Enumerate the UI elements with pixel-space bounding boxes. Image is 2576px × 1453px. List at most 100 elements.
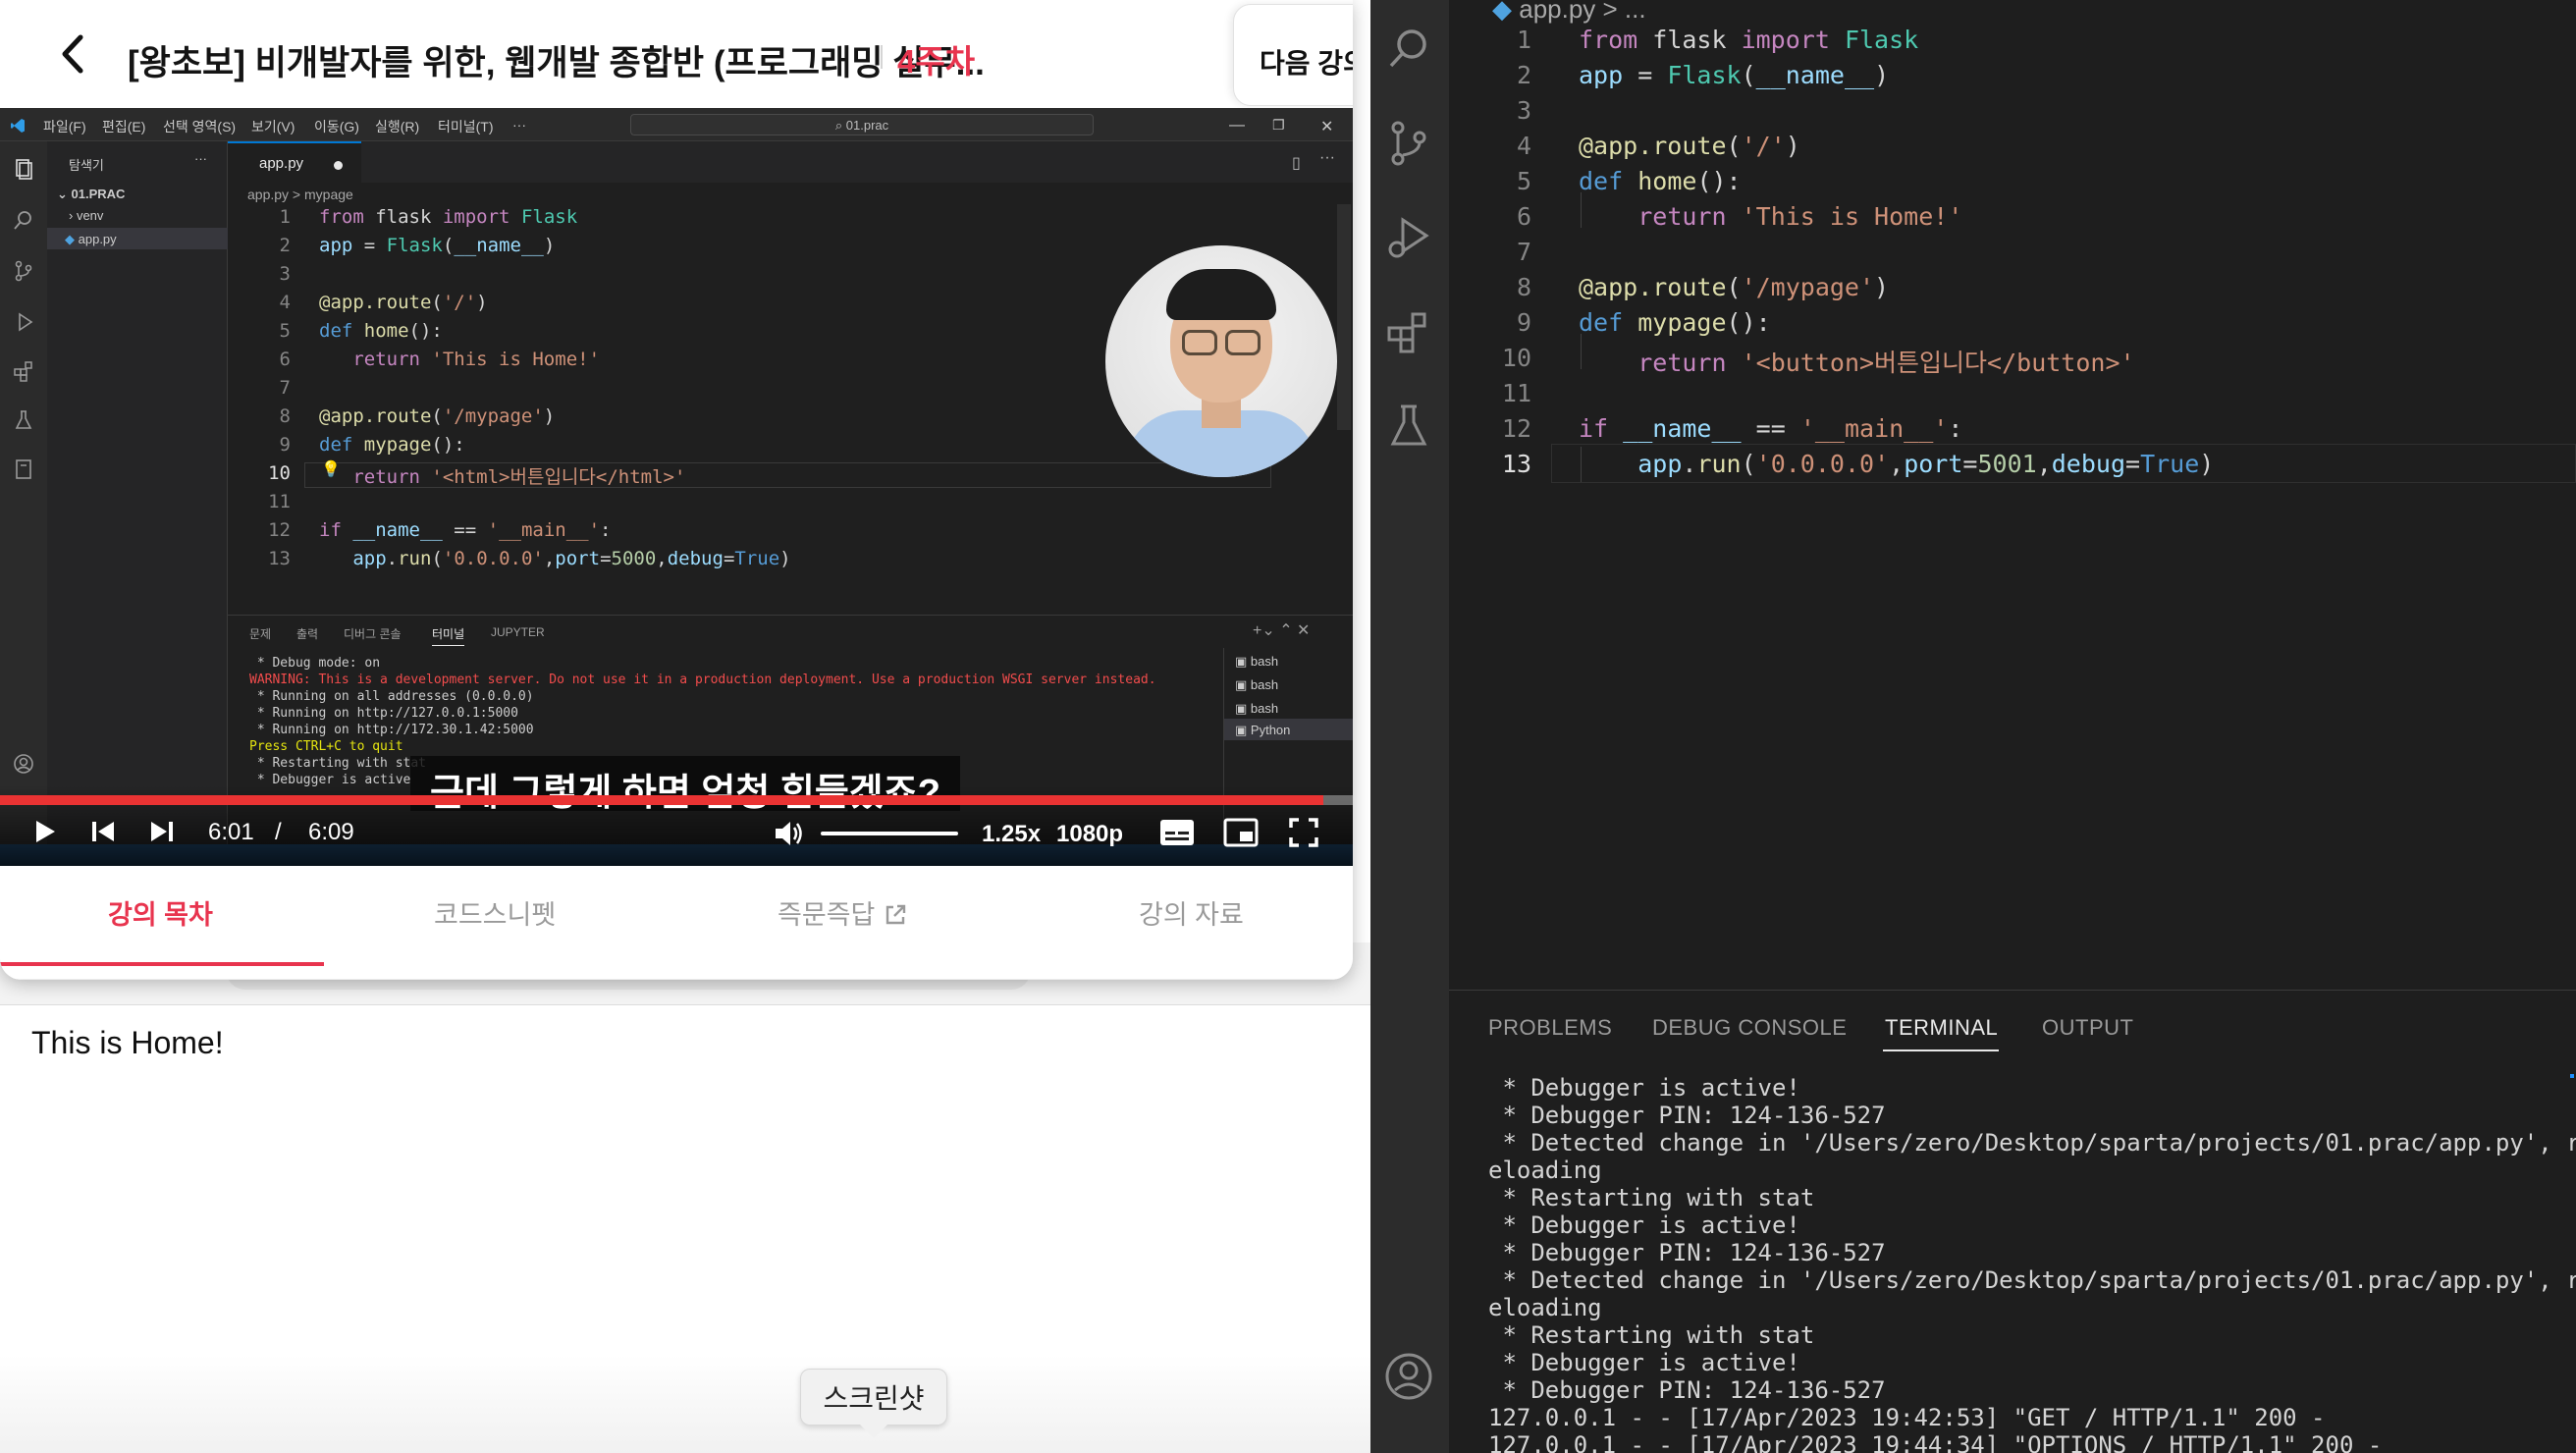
title-divider xyxy=(881,45,883,69)
playback-speed[interactable]: 1.25x xyxy=(982,821,1041,848)
video-terminal-line: * Running on all addresses (0.0.0.0) xyxy=(249,689,534,704)
video-line-number: 7 xyxy=(279,377,291,399)
video-terminal-item-label: bash xyxy=(1250,677,1279,692)
panel-tab-problems[interactable]: PROBLEMS xyxy=(1488,1015,1612,1041)
line-number: 9 xyxy=(1516,308,1531,337)
terminal-line: * Debugger PIN: 124-136-527 xyxy=(1488,1102,1886,1129)
video-terminal-line: * Running on http://172.30.1.42:5000 xyxy=(249,723,534,737)
video-editor-more-icon: ··· xyxy=(1319,149,1335,166)
webcam-glasses xyxy=(1182,330,1217,355)
screenshot-tooltip: 스크린샷 xyxy=(800,1369,947,1438)
next-lecture-button[interactable]: 다음 강의 xyxy=(1233,4,1353,106)
video-terminal-item-label: bash xyxy=(1250,654,1279,669)
code-line[interactable]: @app.route('/') xyxy=(1579,132,1800,160)
search-icon[interactable] xyxy=(1381,22,1436,77)
panel-tab-terminal[interactable]: TERMINAL xyxy=(1885,1015,1998,1041)
video-testing-icon xyxy=(15,410,32,429)
video-panel-actions-icon: +⌄ ⌃ ✕ xyxy=(1253,622,1311,639)
next-icon[interactable] xyxy=(147,817,177,846)
lecture-video[interactable]: 파일(F) 편집(E) 선택 영역(S) 보기(V) 이동(G) 실행(R) 터… xyxy=(0,108,1353,866)
video-account-icon xyxy=(14,754,33,774)
volume-icon[interactable] xyxy=(772,817,805,850)
external-link-icon xyxy=(886,904,906,925)
current-time: 6:01 xyxy=(208,819,254,845)
video-panel-tab: 디버그 콘솔 xyxy=(344,627,402,641)
video-explorer-panel xyxy=(47,141,228,866)
video-split-icon: ▯ xyxy=(1292,155,1301,172)
total-time: 6:09 xyxy=(308,819,354,845)
video-line-number: 1 xyxy=(279,206,291,228)
instructor-webcam xyxy=(1105,245,1337,477)
panel-tab-output[interactable]: OUTPUT xyxy=(2042,1015,2133,1041)
line-number: 7 xyxy=(1516,238,1531,266)
video-menu-file: 파일(F) xyxy=(43,119,86,135)
video-line-number: 10 xyxy=(268,462,291,484)
video-line-number: 8 xyxy=(279,405,291,427)
picture-in-picture-icon[interactable] xyxy=(1223,817,1259,848)
line-number: 1 xyxy=(1516,26,1531,54)
video-run-debug-icon xyxy=(19,312,33,332)
page-body-text: This is Home! xyxy=(31,1025,224,1060)
webcam-hair xyxy=(1166,269,1276,320)
panel-tab-debug-console[interactable]: DEBUG CONSOLE xyxy=(1652,1015,1847,1041)
terminal-line: eloading xyxy=(1488,1157,1602,1184)
code-line[interactable]: @app.route('/mypage') xyxy=(1579,273,1889,301)
previous-icon[interactable] xyxy=(88,817,118,846)
video-code-line: @app.route('/mypage') xyxy=(319,405,556,427)
video-apppy-label: app.py xyxy=(78,232,117,246)
lecture-player-window: [왕초보] 비개발자를 위한, 웹개발 종합반 (프로그래밍 실무... 4주차… xyxy=(0,0,1353,980)
run-debug-icon[interactable] xyxy=(1381,210,1436,265)
line-number: 12 xyxy=(1501,414,1531,443)
play-icon[interactable] xyxy=(29,817,59,846)
video-code-line: app.run('0.0.0.0',port=5000,debug=True) xyxy=(352,548,791,569)
terminal-line: eloading xyxy=(1488,1294,1602,1321)
video-terminal-line: * Restarting with stat xyxy=(249,756,427,771)
video-tab-label: app.py xyxy=(259,155,304,172)
line-number: 6 xyxy=(1516,202,1531,231)
volume-slider[interactable] xyxy=(821,832,958,835)
video-menu-go: 이동(G) xyxy=(314,119,359,135)
video-extensions-icon xyxy=(14,361,32,382)
video-line-number: 12 xyxy=(268,519,291,541)
tab-table-of-contents[interactable]: 강의 목차 xyxy=(108,893,213,932)
tab-qna-label: 즉문즉답 xyxy=(778,900,876,930)
code-line[interactable]: return 'This is Home!' xyxy=(1579,202,1962,231)
extensions-icon[interactable] xyxy=(1381,304,1436,359)
back-arrow-icon[interactable] xyxy=(49,29,98,79)
video-panel-tab: 문제 xyxy=(249,627,272,641)
code-line[interactable]: app = Flask(__name__) xyxy=(1579,61,1889,89)
testing-icon[interactable] xyxy=(1381,399,1436,454)
tab-qna[interactable]: 즉문즉답 xyxy=(778,893,908,932)
video-line-number: 13 xyxy=(268,548,291,569)
breadcrumb: ◆ app.py > ... xyxy=(1492,0,1646,25)
video-line-number: 6 xyxy=(279,349,291,370)
video-menu-more: ··· xyxy=(512,117,526,133)
video-window-min-icon: — xyxy=(1229,117,1245,134)
code-line[interactable]: def home(): xyxy=(1579,167,1742,195)
terminal-line: * Detected change in '/Users/zero/Deskto… xyxy=(1488,1129,2576,1157)
active-tab-underline xyxy=(0,962,324,966)
code-line[interactable]: from flask import Flask xyxy=(1579,26,1918,54)
code-line[interactable]: def mypage(): xyxy=(1579,308,1771,337)
tab-materials[interactable]: 강의 자료 xyxy=(1139,893,1244,932)
code-line[interactable]: if __name__ == '__main__': xyxy=(1579,414,1962,443)
account-icon[interactable] xyxy=(1381,1349,1436,1404)
code-line[interactable]: app.run('0.0.0.0',port=5001,debug=True) xyxy=(1579,450,2214,478)
terminal-line: * Debugger is active! xyxy=(1488,1349,1800,1376)
source-control-icon[interactable] xyxy=(1381,116,1436,171)
terminal-line: * Detected change in '/Users/zero/Deskto… xyxy=(1488,1266,2576,1294)
code-line[interactable]: return '<button>버튼입니다</button>' xyxy=(1579,344,2134,379)
video-search-text: 01.prac xyxy=(845,118,889,133)
quality-selector[interactable]: 1080p xyxy=(1056,821,1123,848)
fullscreen-icon[interactable] xyxy=(1288,817,1319,848)
video-window-restore-icon: ❐ xyxy=(1272,117,1285,133)
video-terminal-item: ▣ Python xyxy=(1235,723,1291,737)
video-code-line: if __name__ == '__main__': xyxy=(319,519,612,541)
video-scrollbar xyxy=(1337,204,1351,430)
subtitles-icon[interactable] xyxy=(1158,817,1196,848)
video-notebook-icon xyxy=(16,459,31,479)
video-panel-tab: JUPYTER xyxy=(491,625,545,639)
video-source-control-icon xyxy=(15,260,32,282)
tab-code-snippet[interactable]: 코드스니펫 xyxy=(434,893,556,932)
video-menu-selection: 선택 영역(S) xyxy=(163,119,237,135)
